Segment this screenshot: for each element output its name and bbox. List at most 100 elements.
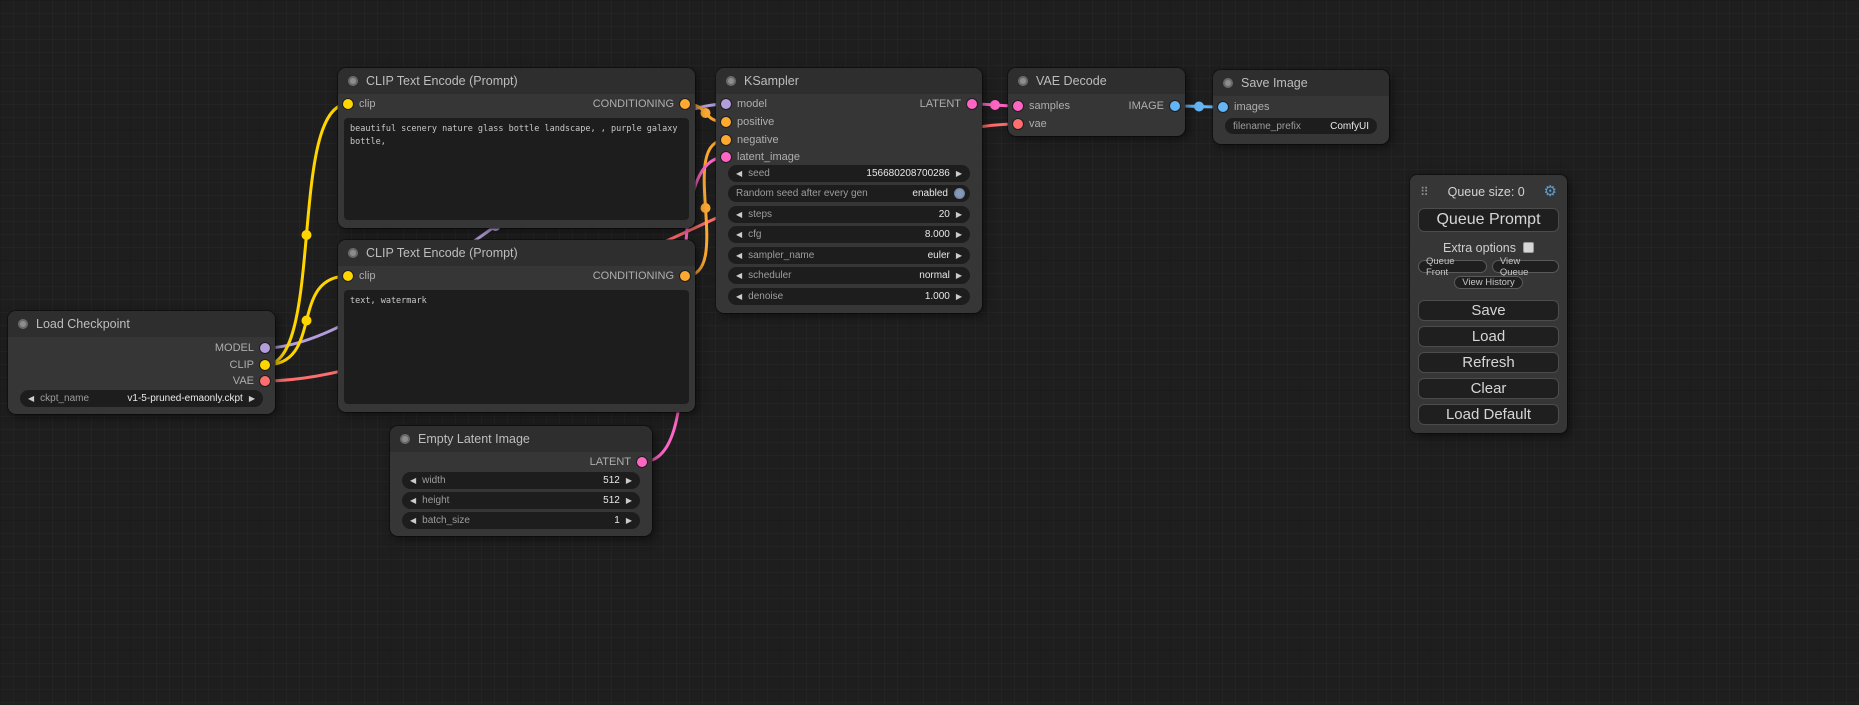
- decrement-arrow-icon[interactable]: ◀: [736, 293, 742, 301]
- toggle-dot[interactable]: [954, 188, 965, 199]
- widget-value: normal: [919, 270, 950, 281]
- node-title-bar[interactable]: Empty Latent Image: [390, 426, 652, 452]
- node-title-bar[interactable]: KSampler: [716, 68, 982, 94]
- collapse-dot-icon[interactable]: [726, 76, 736, 86]
- node-save-image[interactable]: Save Image images filename_prefix ComfyU…: [1213, 70, 1389, 144]
- node-ksampler[interactable]: KSampler model positive negative latent_…: [716, 68, 982, 313]
- decrement-arrow-icon[interactable]: ◀: [410, 517, 416, 525]
- extra-options-checkbox[interactable]: [1523, 242, 1534, 253]
- output-dot-image[interactable]: [1170, 101, 1180, 111]
- decrement-arrow-icon[interactable]: ◀: [736, 252, 742, 260]
- widget-steps[interactable]: ◀ steps 20 ▶: [728, 206, 970, 223]
- decrement-arrow-icon[interactable]: ◀: [736, 272, 742, 280]
- save-button[interactable]: Save: [1418, 300, 1559, 321]
- widget-batch-size[interactable]: ◀ batch_size 1 ▶: [402, 512, 640, 529]
- decrement-arrow-icon[interactable]: ◀: [410, 497, 416, 505]
- link-midpoint-dot: [701, 108, 711, 118]
- widget-scheduler[interactable]: ◀ scheduler normal ▶: [728, 267, 970, 284]
- input-dot-positive[interactable]: [721, 117, 731, 127]
- prompt-textarea[interactable]: beautiful scenery nature glass bottle la…: [344, 118, 689, 220]
- decrement-arrow-icon[interactable]: ◀: [28, 395, 34, 403]
- node-title: VAE Decode: [1036, 74, 1107, 88]
- increment-arrow-icon[interactable]: ▶: [626, 477, 632, 485]
- increment-arrow-icon[interactable]: ▶: [249, 395, 255, 403]
- collapse-dot-icon[interactable]: [1018, 76, 1028, 86]
- clear-button[interactable]: Clear: [1418, 378, 1559, 399]
- output-slot-latent[interactable]: LATENT: [390, 454, 652, 470]
- output-slot-clip[interactable]: CLIP: [8, 357, 275, 373]
- output-dot-conditioning[interactable]: [680, 99, 690, 109]
- output-slot-vae[interactable]: VAE: [8, 373, 275, 389]
- node-clip-text-encode-positive[interactable]: CLIP Text Encode (Prompt) clip CONDITION…: [338, 68, 695, 228]
- widget-ckpt-name[interactable]: ◀ ckpt_name v1-5-pruned-emaonly.ckpt ▶: [20, 390, 263, 407]
- collapse-dot-icon[interactable]: [348, 76, 358, 86]
- queue-front-button[interactable]: Queue Front: [1418, 260, 1487, 273]
- refresh-button[interactable]: Refresh: [1418, 352, 1559, 373]
- input-slot-positive[interactable]: positive: [716, 114, 982, 130]
- link-midpoint-dot: [302, 230, 312, 240]
- graph-canvas[interactable]: Load Checkpoint MODEL CLIP VAE ◀ ckpt_na…: [0, 0, 1859, 705]
- widget-seed[interactable]: ◀ seed 156680208700286 ▶: [728, 165, 970, 182]
- input-dot-negative[interactable]: [721, 135, 731, 145]
- load-button[interactable]: Load: [1418, 326, 1559, 347]
- widget-filename-prefix[interactable]: filename_prefix ComfyUI: [1225, 118, 1377, 134]
- output-slot-conditioning[interactable]: CONDITIONING: [338, 268, 695, 284]
- decrement-arrow-icon[interactable]: ◀: [410, 477, 416, 485]
- output-dot-conditioning[interactable]: [680, 271, 690, 281]
- increment-arrow-icon[interactable]: ▶: [626, 517, 632, 525]
- decrement-arrow-icon[interactable]: ◀: [736, 211, 742, 219]
- output-dot-clip[interactable]: [260, 360, 270, 370]
- input-slot-images[interactable]: images: [1213, 99, 1389, 115]
- widget-denoise[interactable]: ◀ denoise 1.000 ▶: [728, 288, 970, 305]
- increment-arrow-icon[interactable]: ▶: [956, 231, 962, 239]
- node-title-bar[interactable]: CLIP Text Encode (Prompt): [338, 240, 695, 266]
- collapse-dot-icon[interactable]: [1223, 78, 1233, 88]
- output-slot-latent[interactable]: LATENT: [716, 96, 982, 112]
- node-empty-latent-image[interactable]: Empty Latent Image LATENT ◀ width 512 ▶ …: [390, 426, 652, 536]
- widget-sampler-name[interactable]: ◀ sampler_name euler ▶: [728, 247, 970, 264]
- input-slot-vae[interactable]: vae: [1008, 116, 1185, 132]
- node-title-bar[interactable]: Load Checkpoint: [8, 311, 275, 337]
- input-slot-latent-image[interactable]: latent_image: [716, 149, 982, 165]
- widget-width[interactable]: ◀ width 512 ▶: [402, 472, 640, 489]
- output-slot-model[interactable]: MODEL: [8, 340, 275, 356]
- widget-height[interactable]: ◀ height 512 ▶: [402, 492, 640, 509]
- output-dot-vae[interactable]: [260, 376, 270, 386]
- increment-arrow-icon[interactable]: ▶: [956, 272, 962, 280]
- node-title-bar[interactable]: CLIP Text Encode (Prompt): [338, 68, 695, 94]
- decrement-arrow-icon[interactable]: ◀: [736, 170, 742, 178]
- node-title-bar[interactable]: VAE Decode: [1008, 68, 1185, 94]
- load-default-button[interactable]: Load Default: [1418, 404, 1559, 425]
- prompt-textarea[interactable]: text, watermark: [344, 290, 689, 404]
- increment-arrow-icon[interactable]: ▶: [956, 211, 962, 219]
- view-history-button[interactable]: View History: [1454, 276, 1523, 289]
- input-slot-negative[interactable]: negative: [716, 132, 982, 148]
- increment-arrow-icon[interactable]: ▶: [956, 252, 962, 260]
- input-dot-latent-image[interactable]: [721, 152, 731, 162]
- settings-gear-icon[interactable]: ⚙: [1544, 184, 1557, 199]
- widget-value: 156680208700286: [866, 168, 949, 179]
- decrement-arrow-icon[interactable]: ◀: [736, 231, 742, 239]
- output-dot-model[interactable]: [260, 343, 270, 353]
- output-slot-image[interactable]: IMAGE: [1008, 98, 1185, 114]
- collapse-dot-icon[interactable]: [400, 434, 410, 444]
- input-dot-images[interactable]: [1218, 102, 1228, 112]
- node-clip-text-encode-negative[interactable]: CLIP Text Encode (Prompt) clip CONDITION…: [338, 240, 695, 412]
- increment-arrow-icon[interactable]: ▶: [626, 497, 632, 505]
- collapse-dot-icon[interactable]: [348, 248, 358, 258]
- increment-arrow-icon[interactable]: ▶: [956, 170, 962, 178]
- queue-prompt-button[interactable]: Queue Prompt: [1418, 208, 1559, 232]
- collapse-dot-icon[interactable]: [18, 319, 28, 329]
- node-load-checkpoint[interactable]: Load Checkpoint MODEL CLIP VAE ◀ ckpt_na…: [8, 311, 275, 414]
- drag-handle-icon[interactable]: ⠿: [1420, 185, 1429, 199]
- widget-random-seed-toggle[interactable]: Random seed after every gen enabled: [728, 185, 970, 202]
- node-vae-decode[interactable]: VAE Decode samples vae IMAGE: [1008, 68, 1185, 136]
- output-slot-conditioning[interactable]: CONDITIONING: [338, 96, 695, 112]
- input-dot-vae[interactable]: [1013, 119, 1023, 129]
- output-dot-latent[interactable]: [637, 457, 647, 467]
- view-queue-button[interactable]: View Queue: [1492, 260, 1559, 273]
- output-dot-latent[interactable]: [967, 99, 977, 109]
- node-title-bar[interactable]: Save Image: [1213, 70, 1389, 96]
- increment-arrow-icon[interactable]: ▶: [956, 293, 962, 301]
- widget-cfg[interactable]: ◀ cfg 8.000 ▶: [728, 226, 970, 243]
